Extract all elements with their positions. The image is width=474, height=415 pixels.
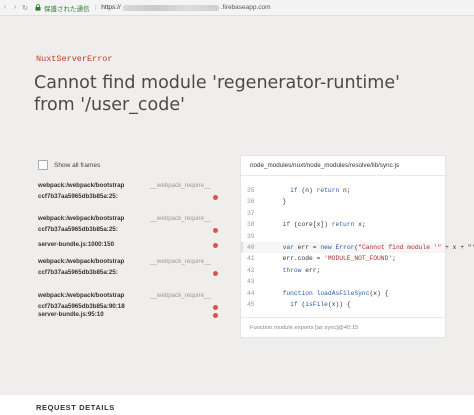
request-details-heading: REQUEST DETAILS: [36, 403, 115, 412]
error-message: Cannot find module 'regenerator-runtime'…: [34, 73, 400, 115]
line-source: if (isFile(x)) {: [290, 300, 351, 308]
line-number: 35: [247, 187, 255, 194]
line-source: if (n) return n;: [290, 187, 351, 194]
stack-frame[interactable]: webpack:/webpack/bootstrap __webpack_requ…: [38, 213, 220, 235]
stack-frame-function: __webpack_require__: [150, 215, 211, 222]
url-scheme[interactable]: https://: [101, 4, 121, 11]
line-number: 42: [247, 266, 255, 274]
secure-label: 保護された通信: [44, 5, 90, 13]
frame-status-dot: [213, 195, 218, 200]
code-line: 35 if (n) return n;: [241, 185, 445, 196]
stack-frame-file: webpack:/webpack/bootstrap: [38, 292, 125, 299]
stack-frame-function: __webpack_require__: [150, 258, 211, 265]
line-number: 44: [247, 289, 255, 297]
stack-frame-file: server-bundle.js:95:10: [38, 311, 104, 318]
code-line: 39: [241, 231, 445, 242]
redacted-url-segment: [122, 4, 219, 11]
code-lines: 35 if (n) return n; 36 } 37 38 if (core[x])…: [241, 185, 474, 310]
stack-frame-function: __webpack_require__: [150, 292, 211, 299]
frame-status-dot: [213, 228, 218, 233]
frame-status-dot: [213, 313, 218, 318]
code-line: 43: [241, 276, 445, 287]
code-file-path: node_modules/nuxt/node_modules/resolve/l…: [241, 156, 445, 176]
url-host[interactable]: .firebaseapp.com: [221, 4, 271, 11]
stack-frame-function: __webpack_require__: [150, 182, 211, 189]
line-source: }: [275, 198, 287, 206]
code-location: Function.module.exports [as sync]@40:15: [241, 317, 445, 337]
forward-icon[interactable]: ›: [10, 4, 20, 11]
code-line: 38 if (core[x]) return x;: [241, 219, 445, 230]
line-number: 39: [247, 232, 255, 240]
line-source: err.code = 'MODULE_NOT_FOUND';: [275, 255, 396, 263]
stack-frame-file: webpack:/webpack/bootstrap: [38, 258, 125, 265]
frame-status-dot: [213, 271, 218, 276]
url-separator: |: [94, 4, 97, 11]
line-source: if (core[x]) return x;: [282, 221, 366, 229]
stack-frame[interactable]: server-bundle.js:1000:150: [38, 239, 220, 251]
frame-status-dot: [213, 243, 218, 248]
stack-frame[interactable]: webpack:/webpack/bootstrap __webpack_requ…: [38, 180, 220, 202]
show-all-frames-label: Show all frames: [54, 161, 101, 169]
stack-frame-location: ccf7b37aa5965db3b85a:25:: [38, 193, 118, 200]
stack-frame-location: ccf7b37aa5965db3b85a:25:: [38, 269, 118, 276]
line-number: 45: [247, 300, 255, 308]
browser-address-bar: ‹ › ↻ 保護された通信 | https:// .firebaseapp.co…: [0, 0, 474, 16]
stack-frame-file: webpack:/webpack/bootstrap: [38, 182, 125, 189]
code-preview-panel: node_modules/nuxt/node_modules/resolve/l…: [240, 155, 474, 338]
code-line: 41 err.code = 'MODULE_NOT_FOUND';: [241, 253, 445, 264]
stack-frame-location: ccf7b37aa5965db3b85a:25:: [38, 226, 118, 233]
line-number: 37: [247, 209, 255, 217]
line-source: var err = new Error("Cannot find module …: [282, 243, 474, 251]
line-number: 40: [247, 243, 255, 251]
code-line: 40 var err = new Error("Cannot find modu…: [241, 241, 474, 254]
code-line: 45 if (isFile(x)) {: [241, 299, 445, 310]
stack-frame[interactable]: webpack:/webpack/bootstrap __webpack_requ…: [38, 256, 220, 278]
reload-icon[interactable]: ↻: [20, 4, 30, 12]
back-icon[interactable]: ‹: [0, 4, 10, 11]
line-source: function loadAsFileSync(x) {: [282, 289, 389, 297]
error-type: NuxtServerError: [36, 54, 113, 64]
line-source: throw err;: [282, 266, 321, 274]
code-line: 36 }: [241, 196, 445, 207]
line-number: 38: [247, 221, 255, 229]
show-all-frames-toggle[interactable]: Show all frames: [38, 160, 100, 170]
stack-frame[interactable]: server-bundle.js:95:10: [38, 309, 220, 321]
lock-icon: [34, 4, 42, 12]
code-line: 44 function loadAsFileSync(x) {: [241, 288, 445, 299]
stack-frame-file: webpack:/webpack/bootstrap: [38, 215, 125, 222]
line-number: 41: [247, 255, 255, 263]
code-line: 37: [241, 208, 445, 219]
show-all-frames-checkbox[interactable]: [38, 160, 48, 170]
code-line: 42 throw err;: [241, 265, 445, 276]
stack-frame-file: server-bundle.js:1000:150: [38, 241, 115, 248]
highlight-marker: [241, 241, 243, 254]
line-number: 43: [247, 278, 255, 286]
line-number: 36: [247, 198, 255, 206]
